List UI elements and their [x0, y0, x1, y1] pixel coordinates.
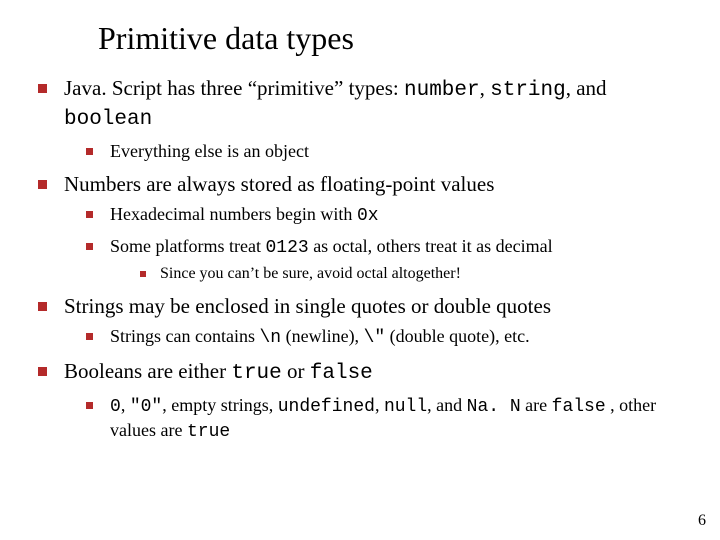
code-newline: \n [259, 328, 281, 348]
sub-hex: Hexadecimal numbers begin with 0x [80, 203, 690, 228]
code-nan: Na. N [467, 397, 521, 417]
text: , [121, 395, 130, 415]
code-boolean: boolean [64, 108, 152, 131]
text: Booleans are either [64, 359, 231, 383]
text: , [375, 395, 384, 415]
bullet-numbers: Numbers are always stored as floating-po… [30, 171, 690, 285]
text: Some platforms treat [110, 236, 265, 256]
code-0x: 0x [357, 206, 379, 226]
code-true: true [231, 362, 281, 385]
code-zero-str: "0" [130, 397, 162, 417]
sub-everything-object: Everything else is an object [80, 140, 690, 163]
bullet-list: Java. Script has three “primitive” types… [30, 75, 690, 444]
text: are [521, 395, 552, 415]
code-null: null [384, 397, 427, 417]
text: or [282, 359, 310, 383]
code-true2: true [187, 422, 230, 442]
text: Numbers are always stored as floating-po… [64, 172, 494, 196]
sub-octal: Some platforms treat 0123 as octal, othe… [80, 235, 690, 285]
code-undefined: undefined [278, 397, 375, 417]
code-zero: 0 [110, 397, 121, 417]
bullet-booleans: Booleans are either true or false 0, "0"… [30, 358, 690, 444]
bullet-strings: Strings may be enclosed in single quotes… [30, 293, 690, 351]
text: (newline), [281, 326, 363, 346]
sub-falsy: 0, "0", empty strings, undefined, null, … [80, 394, 690, 445]
code-0123: 0123 [265, 238, 308, 258]
code-string: string [490, 79, 566, 102]
code-false2: false [552, 397, 606, 417]
code-dquote: \" [364, 328, 386, 348]
text: Strings may be enclosed in single quotes… [64, 294, 551, 318]
slide-title: Primitive data types [98, 20, 690, 57]
text: as octal, others treat it as decimal [309, 236, 553, 256]
text: , [480, 76, 491, 100]
text: Strings can contains [110, 326, 259, 346]
text: , and [566, 76, 607, 100]
text: , and [427, 395, 467, 415]
text: , empty strings, [162, 395, 278, 415]
text: Hexadecimal numbers begin with [110, 204, 357, 224]
sub-escapes: Strings can contains \n (newline), \" (d… [80, 325, 690, 350]
slide: Primitive data types Java. Script has th… [0, 0, 720, 540]
subsub-avoid-octal: Since you can’t be sure, avoid octal alt… [134, 264, 690, 285]
code-false: false [310, 362, 373, 385]
text: Java. Script has three “primitive” types… [64, 76, 404, 100]
text: (double quote), etc. [385, 326, 529, 346]
page-number: 6 [698, 512, 706, 530]
code-number: number [404, 79, 480, 102]
bullet-primitive-types: Java. Script has three “primitive” types… [30, 75, 690, 163]
